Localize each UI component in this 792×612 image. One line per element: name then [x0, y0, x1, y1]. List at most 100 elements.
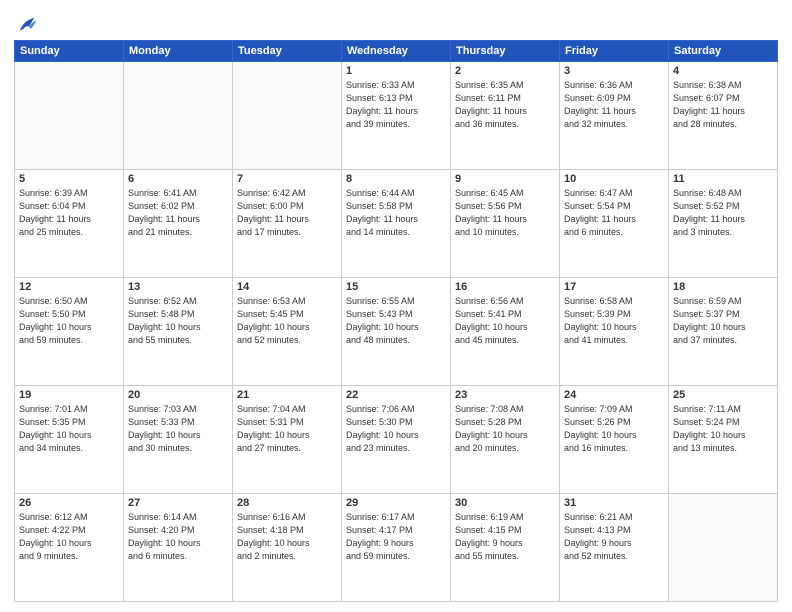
- calendar-header-tuesday: Tuesday: [233, 41, 342, 62]
- calendar-cell: 26Sunrise: 6:12 AM Sunset: 4:22 PM Dayli…: [15, 494, 124, 602]
- cell-date-number: 15: [346, 281, 446, 293]
- cell-date-number: 14: [237, 281, 337, 293]
- cell-date-number: 19: [19, 389, 119, 401]
- cell-date-number: 5: [19, 173, 119, 185]
- calendar-cell: 30 Sunrise: 6:19 AM Sunset: 4:15 PM Dayli…: [451, 494, 560, 602]
- cell-date-number: 31: [564, 497, 664, 509]
- cell-info-text: Sunrise: 6:47 AM Sunset: 5:54 PM Dayligh…: [564, 187, 664, 239]
- page: SundayMondayTuesdayWednesdayThursdayFrid…: [0, 0, 792, 612]
- cell-info-text: Sunrise: 6:12 AM Sunset: 4:22 PM Dayligh…: [19, 511, 119, 563]
- cell-info-text: Sunrise: 6:16 AM Sunset: 4:18 PM Dayligh…: [237, 511, 337, 563]
- calendar-cell: 29Sunrise: 6:17 AM Sunset: 4:17 PM Dayli…: [342, 494, 451, 602]
- cell-date-number: 3: [564, 65, 664, 77]
- calendar-cell: 9 Sunrise: 6:45 AM Sunset: 5:56 PM Daylig…: [451, 170, 560, 278]
- header: [14, 10, 778, 32]
- logo-bird-icon: [16, 14, 38, 36]
- cell-date-number: 22: [346, 389, 446, 401]
- cell-info-text: Sunrise: 6:56 AM Sunset: 5:41 PM Dayligh…: [455, 295, 555, 347]
- calendar-cell: 11 Sunrise: 6:48 AM Sunset: 5:52 PM Dayli…: [669, 170, 778, 278]
- calendar-cell: 12 Sunrise: 6:50 AM Sunset: 5:50 PM Dayli…: [15, 278, 124, 386]
- calendar-cell: 3 Sunrise: 6:36 AM Sunset: 6:09 PM Daylig…: [560, 62, 669, 170]
- calendar-cell: 17 Sunrise: 6:58 AM Sunset: 5:39 PM Dayli…: [560, 278, 669, 386]
- cell-info-text: Sunrise: 7:03 AM Sunset: 5:33 PM Dayligh…: [128, 403, 228, 455]
- cell-info-text: Sunrise: 6:44 AM Sunset: 5:58 PM Dayligh…: [346, 187, 446, 239]
- cell-date-number: 21: [237, 389, 337, 401]
- calendar-cell: 2 Sunrise: 6:35 AM Sunset: 6:11 PM Daylig…: [451, 62, 560, 170]
- calendar-cell: [669, 494, 778, 602]
- cell-date-number: 16: [455, 281, 555, 293]
- calendar-cell: 20 Sunrise: 7:03 AM Sunset: 5:33 PM Dayli…: [124, 386, 233, 494]
- calendar-cell: 14 Sunrise: 6:53 AM Sunset: 5:45 PM Dayli…: [233, 278, 342, 386]
- cell-date-number: 27: [128, 497, 228, 509]
- cell-info-text: Sunrise: 6:48 AM Sunset: 5:52 PM Dayligh…: [673, 187, 773, 239]
- calendar-week-row: 5 Sunrise: 6:39 AM Sunset: 6:04 PM Daylig…: [15, 170, 778, 278]
- logo: [14, 14, 38, 32]
- cell-info-text: Sunrise: 6:35 AM Sunset: 6:11 PM Dayligh…: [455, 79, 555, 131]
- calendar-cell: 31Sunrise: 6:21 AM Sunset: 4:13 PM Dayli…: [560, 494, 669, 602]
- cell-info-text: Sunrise: 6:19 AM Sunset: 4:15 PM Dayligh…: [455, 511, 555, 563]
- cell-date-number: 12: [19, 281, 119, 293]
- cell-info-text: Sunrise: 7:04 AM Sunset: 5:31 PM Dayligh…: [237, 403, 337, 455]
- cell-info-text: Sunrise: 6:41 AM Sunset: 6:02 PM Dayligh…: [128, 187, 228, 239]
- cell-date-number: 25: [673, 389, 773, 401]
- cell-info-text: Sunrise: 7:01 AM Sunset: 5:35 PM Dayligh…: [19, 403, 119, 455]
- calendar-week-row: 12 Sunrise: 6:50 AM Sunset: 5:50 PM Dayli…: [15, 278, 778, 386]
- calendar-table: SundayMondayTuesdayWednesdayThursdayFrid…: [14, 40, 778, 602]
- cell-date-number: 11: [673, 173, 773, 185]
- cell-date-number: 24: [564, 389, 664, 401]
- cell-info-text: Sunrise: 6:39 AM Sunset: 6:04 PM Dayligh…: [19, 187, 119, 239]
- cell-info-text: Sunrise: 6:33 AM Sunset: 6:13 PM Dayligh…: [346, 79, 446, 131]
- calendar-header-saturday: Saturday: [669, 41, 778, 62]
- calendar-header-row: SundayMondayTuesdayWednesdayThursdayFrid…: [15, 41, 778, 62]
- cell-date-number: 8: [346, 173, 446, 185]
- calendar-cell: 25 Sunrise: 7:11 AM Sunset: 5:24 PM Dayli…: [669, 386, 778, 494]
- calendar-header-sunday: Sunday: [15, 41, 124, 62]
- cell-info-text: Sunrise: 7:06 AM Sunset: 5:30 PM Dayligh…: [346, 403, 446, 455]
- cell-info-text: Sunrise: 6:14 AM Sunset: 4:20 PM Dayligh…: [128, 511, 228, 563]
- calendar-header-monday: Monday: [124, 41, 233, 62]
- calendar-body: 1 Sunrise: 6:33 AM Sunset: 6:13 PM Daylig…: [15, 62, 778, 602]
- cell-info-text: Sunrise: 6:42 AM Sunset: 6:00 PM Dayligh…: [237, 187, 337, 239]
- cell-info-text: Sunrise: 7:11 AM Sunset: 5:24 PM Dayligh…: [673, 403, 773, 455]
- calendar-cell: 10 Sunrise: 6:47 AM Sunset: 5:54 PM Dayli…: [560, 170, 669, 278]
- cell-info-text: Sunrise: 6:38 AM Sunset: 6:07 PM Dayligh…: [673, 79, 773, 131]
- calendar-cell: 19 Sunrise: 7:01 AM Sunset: 5:35 PM Dayli…: [15, 386, 124, 494]
- calendar-cell: 21 Sunrise: 7:04 AM Sunset: 5:31 PM Dayli…: [233, 386, 342, 494]
- cell-info-text: Sunrise: 6:52 AM Sunset: 5:48 PM Dayligh…: [128, 295, 228, 347]
- cell-date-number: 17: [564, 281, 664, 293]
- cell-date-number: 30: [455, 497, 555, 509]
- cell-date-number: 6: [128, 173, 228, 185]
- calendar-week-row: 19 Sunrise: 7:01 AM Sunset: 5:35 PM Dayli…: [15, 386, 778, 494]
- calendar-cell: 15Sunrise: 6:55 AM Sunset: 5:43 PM Dayli…: [342, 278, 451, 386]
- cell-info-text: Sunrise: 6:58 AM Sunset: 5:39 PM Dayligh…: [564, 295, 664, 347]
- cell-date-number: 4: [673, 65, 773, 77]
- calendar-week-row: 26Sunrise: 6:12 AM Sunset: 4:22 PM Dayli…: [15, 494, 778, 602]
- cell-date-number: 7: [237, 173, 337, 185]
- calendar-cell: 23 Sunrise: 7:08 AM Sunset: 5:28 PM Dayli…: [451, 386, 560, 494]
- calendar-cell: 8 Sunrise: 6:44 AM Sunset: 5:58 PM Daylig…: [342, 170, 451, 278]
- cell-date-number: 10: [564, 173, 664, 185]
- cell-date-number: 2: [455, 65, 555, 77]
- cell-info-text: Sunrise: 6:53 AM Sunset: 5:45 PM Dayligh…: [237, 295, 337, 347]
- calendar-cell: 4 Sunrise: 6:38 AM Sunset: 6:07 PM Daylig…: [669, 62, 778, 170]
- calendar-cell: 28Sunrise: 6:16 AM Sunset: 4:18 PM Dayli…: [233, 494, 342, 602]
- cell-date-number: 9: [455, 173, 555, 185]
- calendar-header-friday: Friday: [560, 41, 669, 62]
- cell-date-number: 13: [128, 281, 228, 293]
- cell-info-text: Sunrise: 6:45 AM Sunset: 5:56 PM Dayligh…: [455, 187, 555, 239]
- calendar-week-row: 1 Sunrise: 6:33 AM Sunset: 6:13 PM Daylig…: [15, 62, 778, 170]
- cell-date-number: 1: [346, 65, 446, 77]
- cell-date-number: 23: [455, 389, 555, 401]
- calendar-cell: 22 Sunrise: 7:06 AM Sunset: 5:30 PM Dayli…: [342, 386, 451, 494]
- calendar-cell: [233, 62, 342, 170]
- cell-info-text: Sunrise: 6:17 AM Sunset: 4:17 PM Dayligh…: [346, 511, 446, 563]
- cell-info-text: Sunrise: 6:36 AM Sunset: 6:09 PM Dayligh…: [564, 79, 664, 131]
- calendar-cell: 16 Sunrise: 6:56 AM Sunset: 5:41 PM Dayli…: [451, 278, 560, 386]
- calendar-cell: 18Sunrise: 6:59 AM Sunset: 5:37 PM Dayli…: [669, 278, 778, 386]
- calendar-cell: 6 Sunrise: 6:41 AM Sunset: 6:02 PM Daylig…: [124, 170, 233, 278]
- cell-info-text: Sunrise: 7:08 AM Sunset: 5:28 PM Dayligh…: [455, 403, 555, 455]
- calendar-cell: 27 Sunrise: 6:14 AM Sunset: 4:20 PM Dayli…: [124, 494, 233, 602]
- cell-info-text: Sunrise: 6:50 AM Sunset: 5:50 PM Dayligh…: [19, 295, 119, 347]
- calendar-cell: [124, 62, 233, 170]
- cell-date-number: 20: [128, 389, 228, 401]
